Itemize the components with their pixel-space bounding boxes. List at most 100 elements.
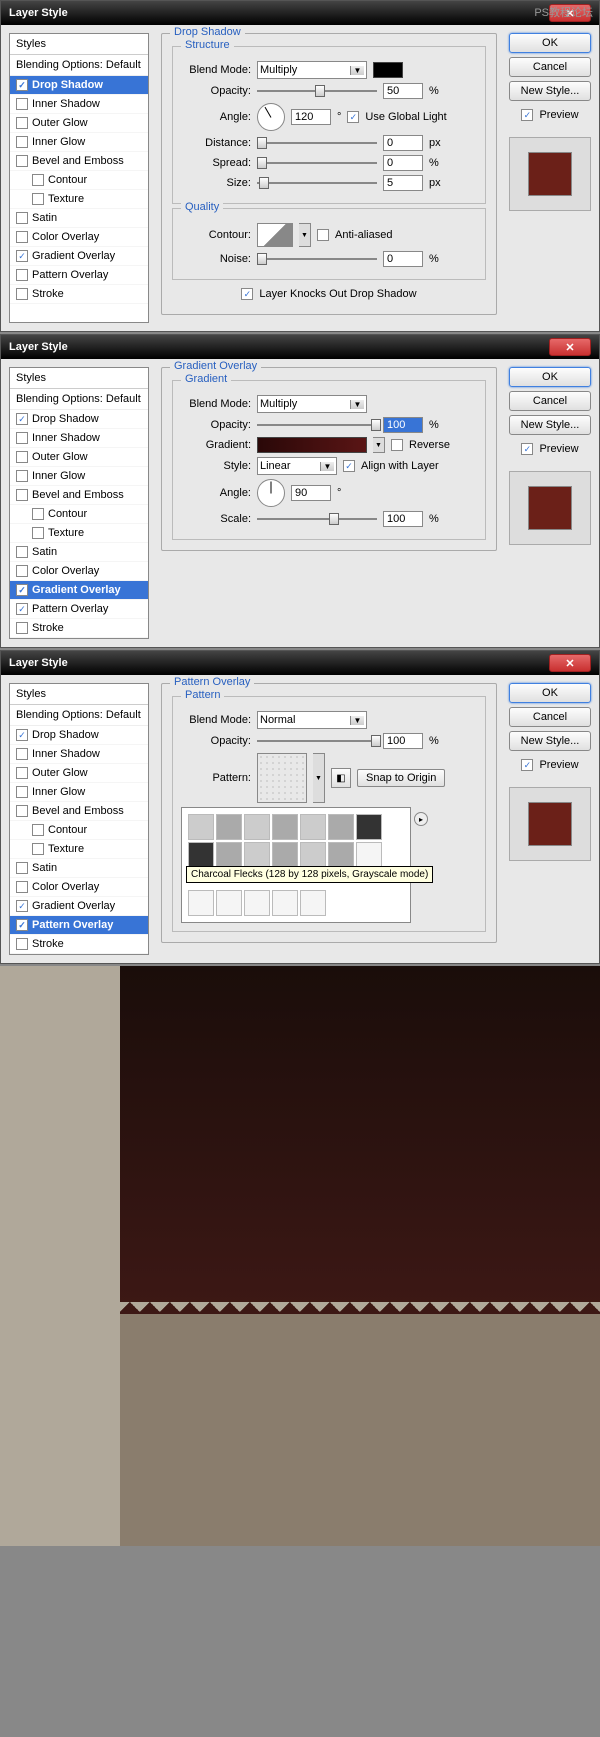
- style-checkbox[interactable]: [16, 603, 28, 615]
- pattern-thumbnail[interactable]: [244, 890, 270, 916]
- style-item-inner-glow[interactable]: Inner Glow: [10, 133, 148, 152]
- style-checkbox[interactable]: [16, 919, 28, 931]
- style-item-stroke[interactable]: Stroke: [10, 619, 148, 638]
- style-item-inner-shadow[interactable]: Inner Shadow: [10, 95, 148, 114]
- new-style-button[interactable]: New Style...: [509, 731, 591, 751]
- new-style-button[interactable]: New Style...: [509, 81, 591, 101]
- pattern-thumbnail[interactable]: [300, 842, 326, 868]
- pattern-thumbnail[interactable]: [300, 814, 326, 840]
- titlebar[interactable]: Layer Style ✕: [1, 335, 599, 359]
- style-checkbox[interactable]: [16, 729, 28, 741]
- style-item-pattern-overlay[interactable]: Pattern Overlay: [10, 266, 148, 285]
- style-item-inner-shadow[interactable]: Inner Shadow: [10, 745, 148, 764]
- style-item-inner-shadow[interactable]: Inner Shadow: [10, 429, 148, 448]
- style-checkbox[interactable]: [32, 527, 44, 539]
- pattern-thumbnail[interactable]: [216, 814, 242, 840]
- contour-picker[interactable]: [257, 223, 293, 247]
- style-item-texture[interactable]: Texture: [10, 840, 148, 859]
- opacity-slider[interactable]: [257, 740, 377, 742]
- spread-slider[interactable]: [257, 162, 377, 164]
- style-checkbox[interactable]: [32, 824, 44, 836]
- style-item-bevel-and-emboss[interactable]: Bevel and Emboss: [10, 802, 148, 821]
- style-checkbox[interactable]: [16, 565, 28, 577]
- opacity-input[interactable]: [383, 733, 423, 749]
- titlebar[interactable]: Layer Style ✕: [1, 1, 599, 25]
- pattern-thumbnail[interactable]: [328, 842, 354, 868]
- blending-options[interactable]: Blending Options: Default: [10, 55, 148, 76]
- snap-to-origin-button[interactable]: Snap to Origin: [357, 769, 445, 787]
- cancel-button[interactable]: Cancel: [509, 707, 591, 727]
- style-item-drop-shadow[interactable]: Drop Shadow: [10, 76, 148, 95]
- style-checkbox[interactable]: [16, 451, 28, 463]
- style-item-inner-glow[interactable]: Inner Glow: [10, 783, 148, 802]
- distance-slider[interactable]: [257, 142, 377, 144]
- cancel-button[interactable]: Cancel: [509, 391, 591, 411]
- style-item-satin[interactable]: Satin: [10, 543, 148, 562]
- angle-dial[interactable]: [257, 479, 285, 507]
- new-style-button[interactable]: New Style...: [509, 415, 591, 435]
- chevron-down-icon[interactable]: ▼: [313, 753, 325, 803]
- pattern-swatch[interactable]: [257, 753, 307, 803]
- pattern-thumbnail[interactable]: [188, 890, 214, 916]
- style-item-texture[interactable]: Texture: [10, 524, 148, 543]
- style-item-inner-glow[interactable]: Inner Glow: [10, 467, 148, 486]
- style-checkbox[interactable]: [16, 231, 28, 243]
- style-item-satin[interactable]: Satin: [10, 209, 148, 228]
- scale-input[interactable]: [383, 511, 423, 527]
- style-item-texture[interactable]: Texture: [10, 190, 148, 209]
- noise-input[interactable]: [383, 251, 423, 267]
- style-item-bevel-and-emboss[interactable]: Bevel and Emboss: [10, 152, 148, 171]
- style-checkbox[interactable]: [16, 79, 28, 91]
- pattern-thumbnail[interactable]: [356, 842, 382, 868]
- preview-checkbox[interactable]: [521, 443, 533, 455]
- ok-button[interactable]: OK: [509, 683, 591, 703]
- blending-options[interactable]: Blending Options: Default: [10, 705, 148, 726]
- style-checkbox[interactable]: [16, 786, 28, 798]
- style-item-stroke[interactable]: Stroke: [10, 935, 148, 954]
- style-checkbox[interactable]: [16, 489, 28, 501]
- color-swatch[interactable]: [373, 62, 403, 78]
- style-checkbox[interactable]: [16, 584, 28, 596]
- style-checkbox[interactable]: [16, 212, 28, 224]
- style-checkbox[interactable]: [16, 938, 28, 950]
- style-select[interactable]: Linear▼: [257, 457, 337, 475]
- knockout-checkbox[interactable]: [241, 288, 253, 300]
- style-item-outer-glow[interactable]: Outer Glow: [10, 448, 148, 467]
- style-checkbox[interactable]: [16, 546, 28, 558]
- gradient-picker[interactable]: [257, 437, 367, 453]
- style-checkbox[interactable]: [16, 748, 28, 760]
- style-item-gradient-overlay[interactable]: Gradient Overlay: [10, 247, 148, 266]
- global-light-checkbox[interactable]: [347, 111, 359, 123]
- style-checkbox[interactable]: [16, 413, 28, 425]
- style-checkbox[interactable]: [16, 881, 28, 893]
- style-checkbox[interactable]: [16, 250, 28, 262]
- style-checkbox[interactable]: [16, 269, 28, 281]
- reverse-checkbox[interactable]: [391, 439, 403, 451]
- ok-button[interactable]: OK: [509, 33, 591, 53]
- pattern-thumbnail[interactable]: [272, 842, 298, 868]
- style-checkbox[interactable]: [16, 767, 28, 779]
- style-item-color-overlay[interactable]: Color Overlay: [10, 878, 148, 897]
- style-item-color-overlay[interactable]: Color Overlay: [10, 228, 148, 247]
- style-checkbox[interactable]: [16, 622, 28, 634]
- style-checkbox[interactable]: [16, 432, 28, 444]
- pattern-thumbnail[interactable]: [272, 890, 298, 916]
- style-checkbox[interactable]: [16, 136, 28, 148]
- style-item-gradient-overlay[interactable]: Gradient Overlay: [10, 581, 148, 600]
- angle-input[interactable]: [291, 109, 331, 125]
- opacity-slider[interactable]: [257, 90, 377, 92]
- style-item-contour[interactable]: Contour: [10, 505, 148, 524]
- style-checkbox[interactable]: [16, 470, 28, 482]
- style-checkbox[interactable]: [16, 98, 28, 110]
- style-checkbox[interactable]: [32, 508, 44, 520]
- style-item-outer-glow[interactable]: Outer Glow: [10, 114, 148, 133]
- cancel-button[interactable]: Cancel: [509, 57, 591, 77]
- pattern-thumbnail[interactable]: [356, 814, 382, 840]
- angle-input[interactable]: [291, 485, 331, 501]
- anti-aliased-checkbox[interactable]: [317, 229, 329, 241]
- pattern-thumbnail[interactable]: [244, 814, 270, 840]
- pattern-thumbnail[interactable]: [188, 814, 214, 840]
- style-item-satin[interactable]: Satin: [10, 859, 148, 878]
- new-preset-icon[interactable]: ◧: [331, 768, 351, 788]
- style-item-bevel-and-emboss[interactable]: Bevel and Emboss: [10, 486, 148, 505]
